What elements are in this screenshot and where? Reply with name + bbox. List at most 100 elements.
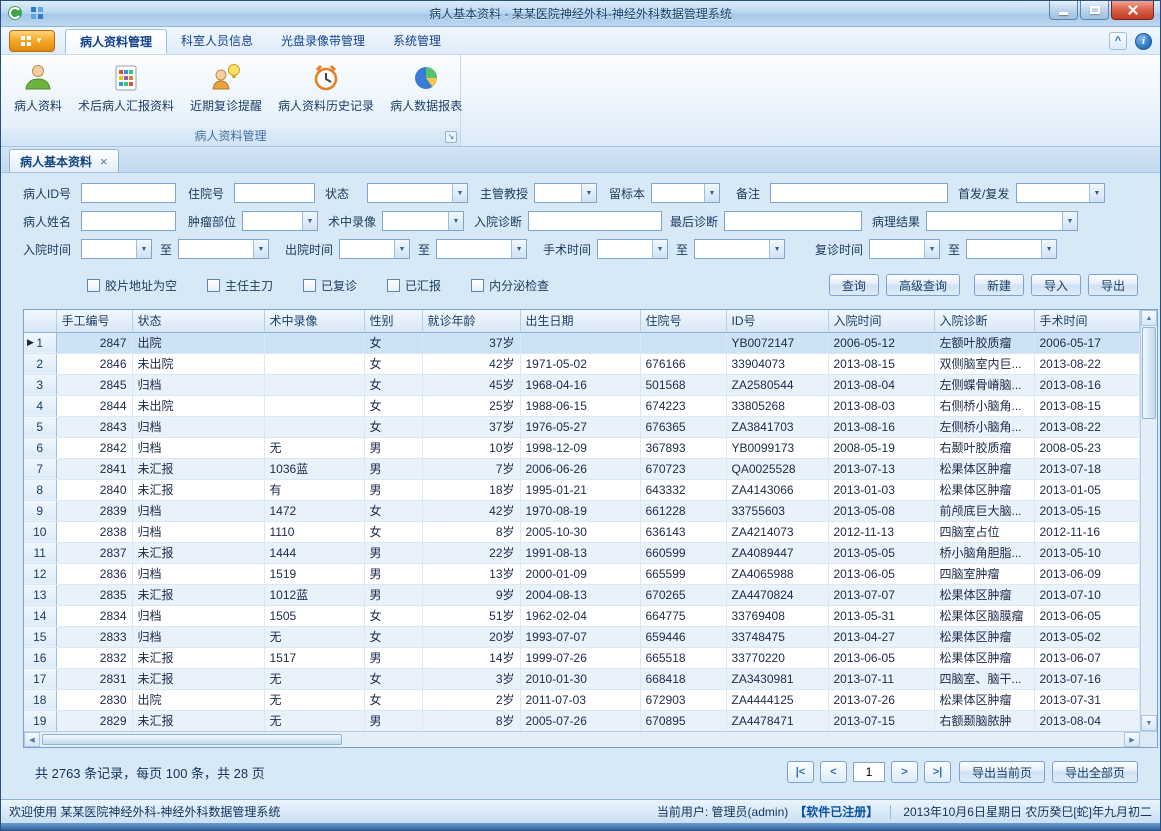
grid-cell[interactable]: 2013-06-09 [1034,563,1140,584]
scroll-left-icon[interactable]: ◀ [24,732,40,747]
grid-cell[interactable]: 左侧桥小脑角... [934,416,1034,437]
grid-column-header[interactable]: 就诊年龄 [422,310,520,332]
grid-cell[interactable]: 有 [264,479,364,500]
grid-cell[interactable]: 1962-02-04 [520,605,640,626]
table-row[interactable]: ▶12847出院女37岁YB00721472006-05-12左额叶胶质瘤200… [24,332,1140,353]
grid-cell[interactable]: 松果体区肿瘤 [934,458,1034,479]
grid-cell[interactable]: 双侧脑室内巨... [934,353,1034,374]
grid-cell[interactable]: 四脑室占位 [934,521,1034,542]
grid-cell[interactable]: 37岁 [422,332,520,353]
grid-cell[interactable]: 2012-11-13 [828,521,934,542]
grid-cell[interactable]: 归档 [132,416,264,437]
row-indicator[interactable]: 11 [24,542,56,563]
revisit-reminder-button[interactable]: 近期复诊提醒 [183,59,269,117]
grid-cell[interactable]: 2013-08-04 [828,374,934,395]
grid-cell[interactable]: 676166 [640,353,726,374]
grid-cell[interactable]: 2013-05-10 [1034,542,1140,563]
first-page-button[interactable]: |< [787,761,814,783]
grid-cell[interactable]: 男 [364,647,422,668]
grid-cell[interactable]: 22岁 [422,542,520,563]
grid-cell[interactable]: 出院 [132,332,264,353]
grid-cell[interactable]: 2847 [56,332,132,353]
grid-cell[interactable] [520,332,640,353]
ribbon-collapse-button[interactable]: ^ [1109,32,1127,50]
grid-cell[interactable]: 2013-07-31 [1034,689,1140,710]
grid-cell[interactable]: 33769408 [726,605,828,626]
export-current-page-button[interactable]: 导出当前页 [959,761,1045,783]
grid-cell[interactable]: 8岁 [422,710,520,731]
grid-cell[interactable]: 2837 [56,542,132,563]
grid-cell[interactable]: 2013-07-13 [828,458,934,479]
grid-cell[interactable]: 未汇报 [132,458,264,479]
grid-cell[interactable]: 未汇报 [132,479,264,500]
grid-cell[interactable]: 636143 [640,521,726,542]
grid-cell[interactable]: 四脑室肿瘤 [934,563,1034,584]
row-indicator[interactable]: 13 [24,584,56,605]
grid-cell[interactable]: 2844 [56,395,132,416]
grid-cell[interactable]: 无 [264,689,364,710]
grid-cell[interactable]: 2006-06-26 [520,458,640,479]
grid-cell[interactable] [264,395,364,416]
grid-cell[interactable]: 右额颞脑脓肿 [934,710,1034,731]
row-indicator[interactable]: 7 [24,458,56,479]
grid-cell[interactable]: 2013-06-05 [828,647,934,668]
chevron-down-icon[interactable]: ▼ [253,240,268,258]
grid-cell[interactable]: 男 [364,479,422,500]
grid-cell[interactable]: 670723 [640,458,726,479]
export-button[interactable]: 导出 [1088,274,1138,296]
grid-column-header[interactable]: 手术时间 [1034,310,1140,332]
grid-cell[interactable]: 42岁 [422,353,520,374]
grid-cell[interactable]: 33904073 [726,353,828,374]
grid-cell[interactable]: 37岁 [422,416,520,437]
table-row[interactable]: 42844未出院女25岁1988-06-15674223338052682013… [24,395,1140,416]
grid-cell[interactable]: 未出院 [132,395,264,416]
checkbox-film-address-empty[interactable]: 胶片地址为空 [87,277,177,294]
grid-cell[interactable]: 1517 [264,647,364,668]
dialog-launcher-icon[interactable]: ↘ [445,131,457,143]
grid-cell[interactable]: 2013-07-07 [828,584,934,605]
next-page-button[interactable]: > [891,761,918,783]
grid-cell[interactable]: 无 [264,710,364,731]
table-row[interactable]: 182830出院无女2岁2011-07-03672903ZA4444125201… [24,689,1140,710]
minimize-button[interactable] [1049,1,1078,20]
table-row[interactable]: 192829未汇报无男8岁2005-07-26670895ZA447847120… [24,710,1140,731]
table-row[interactable]: 132835未汇报1012蓝男9岁2004-08-13670265ZA44708… [24,584,1140,605]
grid-cell[interactable]: 无 [264,668,364,689]
grid-cell[interactable]: 33755603 [726,500,828,521]
admit-time-to-select[interactable]: ▼ [178,239,269,259]
grid-cell[interactable]: 2834 [56,605,132,626]
grid-cell[interactable]: 四脑室、脑干... [934,668,1034,689]
grid-cell[interactable]: 未出院 [132,353,264,374]
checkbox-revisited[interactable]: 已复诊 [303,277,357,294]
grid-cell[interactable]: 女 [364,416,422,437]
grid-cell[interactable]: 2013-05-05 [828,542,934,563]
grid-cell[interactable]: 33805268 [726,395,828,416]
grid-cell[interactable]: 2010-01-30 [520,668,640,689]
table-row[interactable]: 82840未汇报有男18岁1995-01-21643332ZA414306620… [24,479,1140,500]
grid-cell[interactable]: 未汇报 [132,647,264,668]
tab-department-staff[interactable]: 科室人员信息 [167,29,267,54]
row-indicator[interactable]: 18 [24,689,56,710]
grid-cell[interactable]: 1968-04-16 [520,374,640,395]
grid-cell[interactable]: 男 [364,710,422,731]
grid-cell[interactable]: 2013-05-31 [828,605,934,626]
grid-column-header[interactable]: 出生日期 [520,310,640,332]
registered-badge[interactable]: 【软件已注册】 [794,803,878,820]
grid-cell[interactable]: 2013-08-16 [828,416,934,437]
grid-cell[interactable]: 女 [364,500,422,521]
grid-cell[interactable]: 33770220 [726,647,828,668]
grid-cell[interactable]: 674223 [640,395,726,416]
patient-reports-button[interactable]: 病人数据报表 [383,59,469,117]
grid-cell[interactable]: 14岁 [422,647,520,668]
grid-cell[interactable]: 未汇报 [132,668,264,689]
row-indicator[interactable]: ▶1 [24,332,56,353]
grid-cell[interactable]: 2000-01-09 [520,563,640,584]
grid-cell[interactable]: 670895 [640,710,726,731]
grid-cell[interactable]: 659446 [640,626,726,647]
application-menu-button[interactable]: ▼ [9,30,55,52]
grid-cell[interactable]: 男 [364,542,422,563]
grid-cell[interactable]: 出院 [132,689,264,710]
table-row[interactable]: 112837未汇报1444男22岁1991-08-13660599ZA40894… [24,542,1140,563]
grid-cell[interactable]: 2842 [56,437,132,458]
tab-system-management[interactable]: 系统管理 [379,29,455,54]
